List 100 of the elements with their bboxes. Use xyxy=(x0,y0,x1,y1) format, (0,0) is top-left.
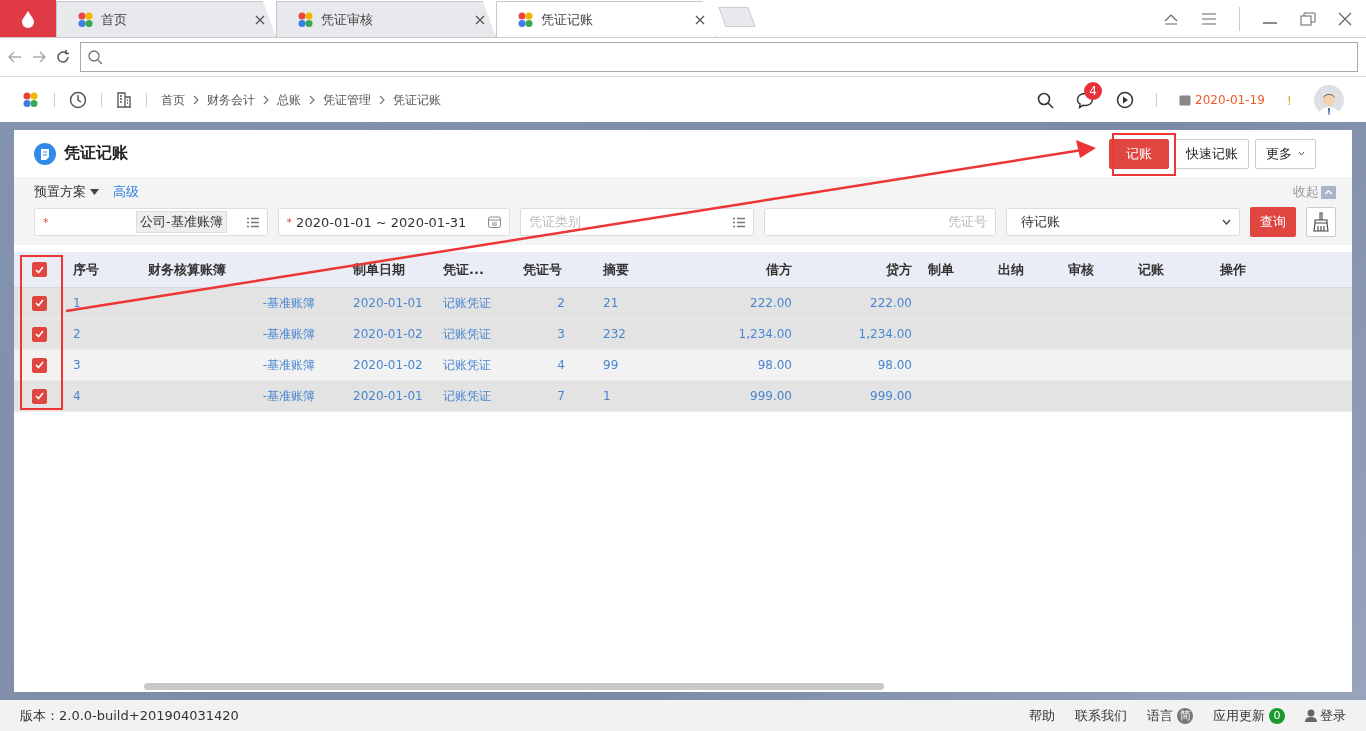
list-icon xyxy=(246,216,259,228)
version-text: 版本：2.0.0-build+201904031420 xyxy=(20,706,239,725)
table-cell: 2 xyxy=(557,296,565,310)
table-cell: 2020-01-02 xyxy=(353,358,423,372)
column-header[interactable]: 借方 xyxy=(766,260,792,279)
status-dropdown[interactable]: 待记账 xyxy=(1006,208,1241,236)
table-cell: -基准账簿 xyxy=(262,325,315,343)
advanced-link[interactable]: 高级 xyxy=(113,183,139,201)
table-cell: 2020-01-01 xyxy=(353,389,423,403)
search-icon xyxy=(87,49,103,65)
user-icon xyxy=(1305,709,1317,722)
more-dropdown[interactable]: 更多 xyxy=(1255,138,1316,169)
column-header[interactable]: 摘要 xyxy=(603,260,629,279)
query-button[interactable]: 查询 xyxy=(1250,207,1297,237)
column-header[interactable]: 凭证号 xyxy=(523,260,562,279)
list-icon xyxy=(732,216,745,228)
column-header[interactable]: 制单 xyxy=(928,260,954,279)
column-header[interactable]: 审核 xyxy=(1068,260,1094,279)
clear-button[interactable] xyxy=(1306,207,1336,237)
update-badge: 0 xyxy=(1269,707,1285,724)
row-checkbox[interactable] xyxy=(32,388,47,404)
select-all-checkbox[interactable] xyxy=(32,262,47,277)
chevron-down-icon xyxy=(1222,219,1232,225)
table-cell: -基准账簿 xyxy=(262,387,315,405)
page-title: 凭证记账 xyxy=(64,143,128,164)
table-cell: 21 xyxy=(603,296,619,310)
table-cell: 98.00 xyxy=(757,358,792,372)
column-header[interactable]: 凭证... xyxy=(443,260,484,279)
horizontal-scrollbar[interactable] xyxy=(144,683,884,690)
update-link[interactable]: 应用更新 xyxy=(1213,706,1265,725)
breadcrumb-link[interactable]: 总账 xyxy=(277,91,301,109)
table-cell: 222.00 xyxy=(870,296,912,310)
table-cell: -基准账簿 xyxy=(262,294,315,312)
login-link[interactable]: 登录 xyxy=(1320,706,1346,725)
alert-mark: ! xyxy=(1286,92,1292,108)
column-header[interactable]: 出纳 xyxy=(998,260,1024,279)
table-cell: 1,234.00 xyxy=(858,327,912,341)
column-header[interactable]: 操作 xyxy=(1220,260,1246,279)
browser-logo-icon[interactable] xyxy=(0,0,56,37)
footer-link[interactable]: 联系我们 xyxy=(1075,706,1127,725)
play-icon[interactable] xyxy=(1116,91,1135,109)
chevron-right-icon xyxy=(263,95,269,105)
breadcrumb-link[interactable]: 财务会计 xyxy=(207,91,255,109)
check-icon xyxy=(35,299,44,307)
address-field[interactable] xyxy=(80,42,1358,72)
building-icon[interactable] xyxy=(116,92,132,108)
app-logo-icon xyxy=(297,11,315,28)
table-cell: 1,234.00 xyxy=(738,327,792,341)
caret-icon xyxy=(90,189,99,195)
table-cell[interactable]: 记账凭证 xyxy=(443,356,491,374)
date-range-field[interactable]: * 2020-01-01 ~ 2020-01-31 xyxy=(277,208,511,236)
broom-icon xyxy=(1312,212,1331,232)
breadcrumb-link[interactable]: 凭证记账 xyxy=(393,91,441,109)
column-header[interactable]: 记账 xyxy=(1138,260,1164,279)
refresh-icon[interactable] xyxy=(56,50,70,64)
row-checkbox[interactable] xyxy=(32,357,47,373)
calendar-icon xyxy=(488,216,502,228)
menu-icon[interactable] xyxy=(1201,12,1217,25)
table-cell: 999.00 xyxy=(750,389,792,403)
row-checkbox[interactable] xyxy=(32,326,47,342)
user-avatar[interactable] xyxy=(1314,85,1344,115)
table-cell: 99 xyxy=(603,358,619,372)
ledger-field[interactable]: * 公司-基准账簿 xyxy=(34,208,268,236)
footer-link[interactable]: 帮助 xyxy=(1029,706,1055,725)
language-badge: 简 xyxy=(1177,707,1193,724)
close-icon[interactable] xyxy=(1338,11,1352,26)
notification-badge: 4 xyxy=(1084,81,1103,100)
collapse-icon[interactable] xyxy=(1163,12,1179,25)
column-header[interactable]: 财务核算账簿 xyxy=(148,260,226,279)
chevron-right-icon xyxy=(379,95,385,105)
breadcrumb-link[interactable]: 凭证管理 xyxy=(323,91,371,109)
close-icon[interactable] xyxy=(475,14,485,25)
browser-tab[interactable]: 凭证审核 xyxy=(276,1,496,37)
breadcrumb-link[interactable]: 首页 xyxy=(161,91,185,109)
table-cell: 7 xyxy=(557,389,565,403)
table-row[interactable]: 3 -基准账簿 2020-01-02 记账凭证 4 99 98.00 98.00 xyxy=(14,350,1352,381)
back-icon[interactable] xyxy=(8,51,22,63)
post-button[interactable]: 记账 xyxy=(1109,138,1169,169)
clock-icon[interactable] xyxy=(69,91,87,109)
table-cell: 2020-01-01 xyxy=(353,296,423,310)
table-cell: 4 xyxy=(557,358,565,372)
document-icon xyxy=(34,142,56,165)
check-icon xyxy=(35,392,44,400)
browser-tab[interactable]: 首页 xyxy=(56,1,276,37)
column-header[interactable]: 贷方 xyxy=(886,260,912,279)
forward-icon[interactable] xyxy=(32,51,46,63)
close-icon[interactable] xyxy=(255,14,265,25)
close-icon[interactable] xyxy=(695,14,705,25)
chevron-right-icon xyxy=(193,95,199,105)
search-icon[interactable] xyxy=(1037,91,1055,109)
column-header[interactable]: 序号 xyxy=(73,260,99,279)
app-logo-icon xyxy=(77,11,95,28)
table-cell: 232 xyxy=(603,327,626,341)
row-checkbox[interactable] xyxy=(32,295,47,311)
preset-dropdown[interactable]: 预置方案 xyxy=(34,183,86,201)
check-icon xyxy=(35,330,44,338)
quick-post-button[interactable]: 快速记账 xyxy=(1175,138,1249,169)
browser-tab[interactable]: 凭证记账 xyxy=(496,1,716,37)
restore-icon[interactable] xyxy=(1300,11,1316,26)
language-link[interactable]: 语言 xyxy=(1147,706,1173,725)
